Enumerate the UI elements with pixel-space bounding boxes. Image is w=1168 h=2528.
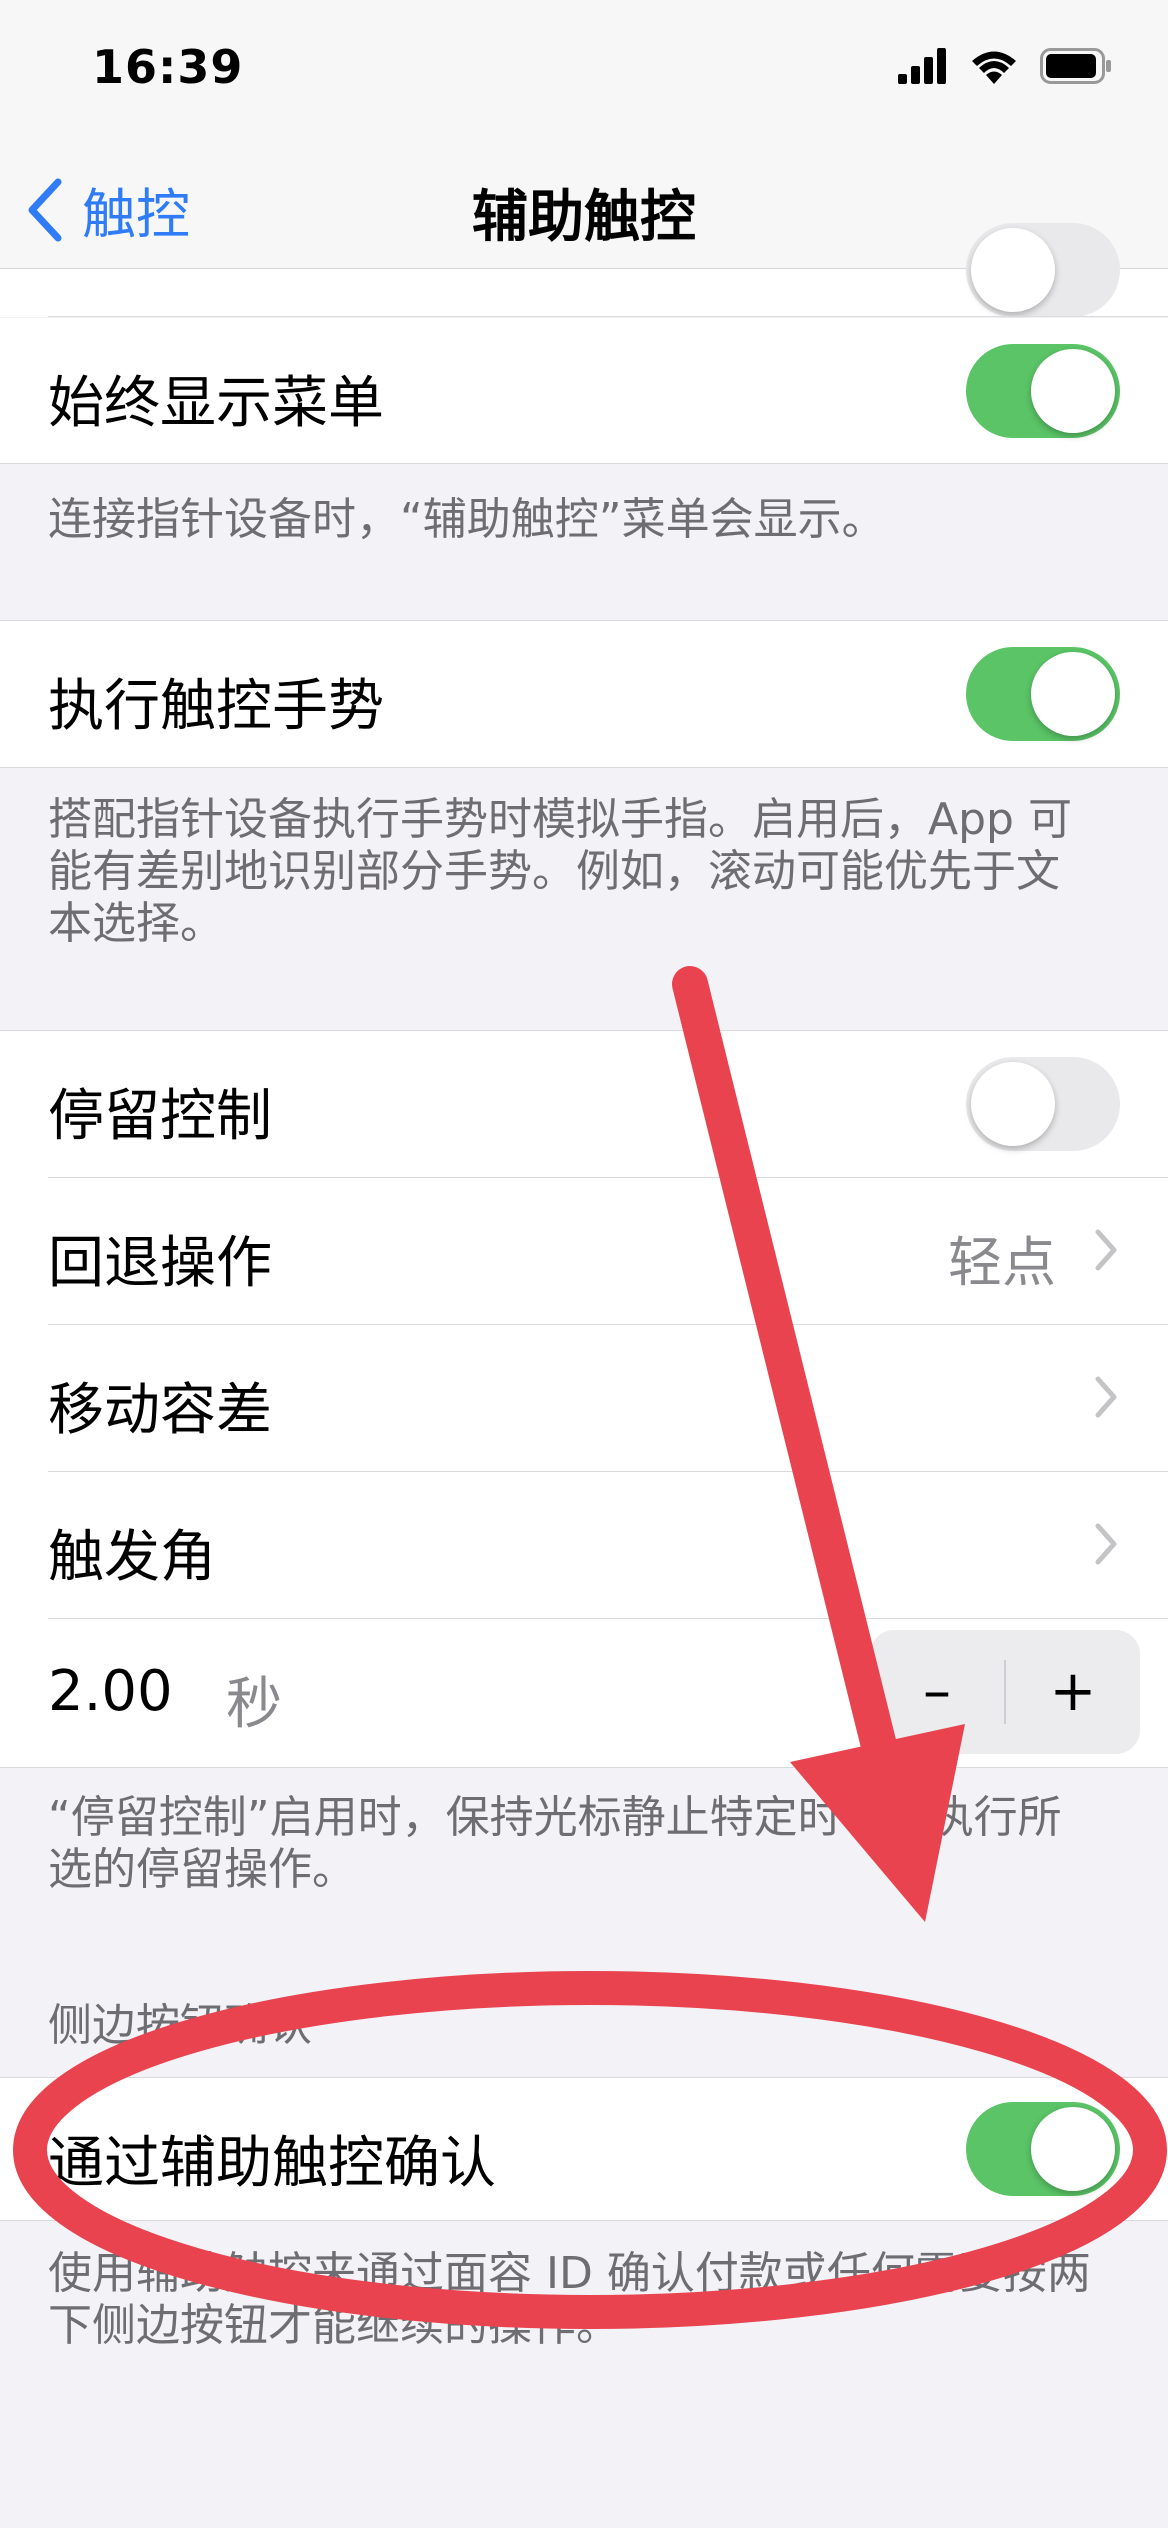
annotation-circle <box>13 1971 1167 2329</box>
annotation-arrow <box>672 966 965 1922</box>
annotation-overlay <box>13 966 1167 2329</box>
